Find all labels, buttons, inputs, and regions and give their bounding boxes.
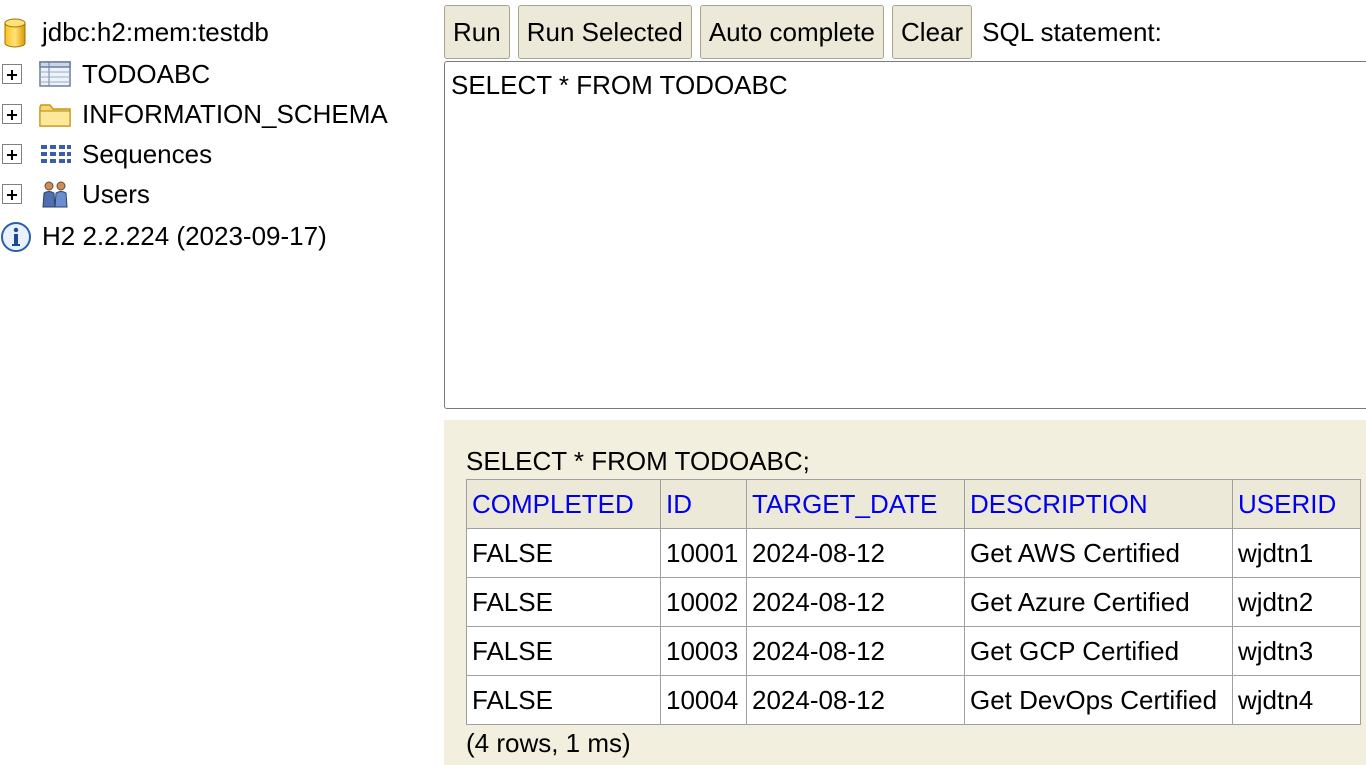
cell: Get DevOps Certified	[964, 675, 1233, 725]
cell: FALSE	[466, 528, 661, 578]
folder-icon	[38, 99, 72, 129]
expand-icon[interactable]	[2, 64, 22, 84]
result-panel: SELECT * FROM TODOABC; COMPLETED ID TARG…	[444, 420, 1366, 765]
column-header-completed[interactable]: COMPLETED	[466, 479, 661, 529]
cell: 2024-08-12	[746, 528, 965, 578]
column-header-id[interactable]: ID	[660, 479, 747, 529]
tree-item-users[interactable]: Users	[0, 174, 150, 214]
sql-statement-label: SQL statement:	[982, 16, 1162, 47]
table-row: FALSE 10003 2024-08-12 Get GCP Certified…	[466, 626, 1361, 676]
tree-item-label: Users	[82, 178, 150, 209]
sql-editor[interactable]: SELECT * FROM TODOABC	[444, 61, 1366, 409]
cell: 2024-08-12	[746, 577, 965, 627]
column-header-target-date[interactable]: TARGET_DATE	[746, 479, 965, 529]
table-icon	[38, 59, 72, 89]
cell: wjdtn4	[1232, 675, 1361, 725]
toolbar: Run Run Selected Auto complete Clear SQL…	[444, 5, 1162, 59]
tree-item-information-schema[interactable]: INFORMATION_SCHEMA	[0, 94, 388, 134]
info-icon	[0, 221, 32, 252]
cell: 2024-08-12	[746, 675, 965, 725]
tree-item-todoabc[interactable]: TODOABC	[0, 54, 210, 94]
run-selected-button[interactable]: Run Selected	[517, 5, 692, 59]
table-row: FALSE 10004 2024-08-12 Get DevOps Certif…	[466, 675, 1361, 725]
result-footer: (4 rows, 1 ms)	[466, 728, 631, 758]
expand-icon[interactable]	[2, 184, 22, 204]
version-label: H2 2.2.224 (2023-09-17)	[42, 220, 327, 251]
column-header-userid[interactable]: USERID	[1232, 479, 1361, 529]
database-icon	[0, 17, 30, 48]
result-query-text: SELECT * FROM TODOABC;	[466, 446, 810, 476]
cell: wjdtn1	[1232, 528, 1361, 578]
cell: 10004	[660, 675, 747, 725]
cell: Get AWS Certified	[964, 528, 1233, 578]
tree-item-label: Sequences	[82, 138, 213, 169]
cell: FALSE	[466, 675, 661, 725]
auto-complete-button[interactable]: Auto complete	[699, 5, 885, 59]
tree-item-label: INFORMATION_SCHEMA	[82, 98, 388, 129]
expand-icon[interactable]	[2, 144, 22, 164]
users-icon	[38, 179, 72, 209]
expand-icon[interactable]	[2, 104, 22, 124]
cell: FALSE	[466, 626, 661, 676]
tree-connection[interactable]: jdbc:h2:mem:testdb	[0, 12, 269, 52]
tree-version: H2 2.2.224 (2023-09-17)	[0, 216, 327, 256]
table-row: FALSE 10002 2024-08-12 Get Azure Certifi…	[466, 577, 1361, 627]
cell: FALSE	[466, 577, 661, 627]
cell: wjdtn2	[1232, 577, 1361, 627]
object-tree: jdbc:h2:mem:testdb TODOABC INFORMATION_S…	[0, 0, 440, 765]
connection-label: jdbc:h2:mem:testdb	[42, 16, 269, 47]
cell: wjdtn3	[1232, 626, 1361, 676]
table-header-row: COMPLETED ID TARGET_DATE DESCRIPTION USE…	[466, 479, 1361, 529]
cell: 10001	[660, 528, 747, 578]
tree-item-sequences[interactable]: Sequences	[0, 134, 212, 174]
run-button[interactable]: Run	[444, 5, 510, 59]
cell: Get GCP Certified	[964, 626, 1233, 676]
cell: 10002	[660, 577, 747, 627]
result-table: COMPLETED ID TARGET_DATE DESCRIPTION USE…	[466, 479, 1361, 725]
cell: 2024-08-12	[746, 626, 965, 676]
clear-button[interactable]: Clear	[892, 5, 973, 59]
cell: Get Azure Certified	[964, 577, 1233, 627]
column-header-description[interactable]: DESCRIPTION	[964, 479, 1233, 529]
cell: 10003	[660, 626, 747, 676]
sequences-icon	[38, 139, 72, 169]
table-row: FALSE 10001 2024-08-12 Get AWS Certified…	[466, 528, 1361, 578]
tree-item-label: TODOABC	[82, 58, 211, 89]
